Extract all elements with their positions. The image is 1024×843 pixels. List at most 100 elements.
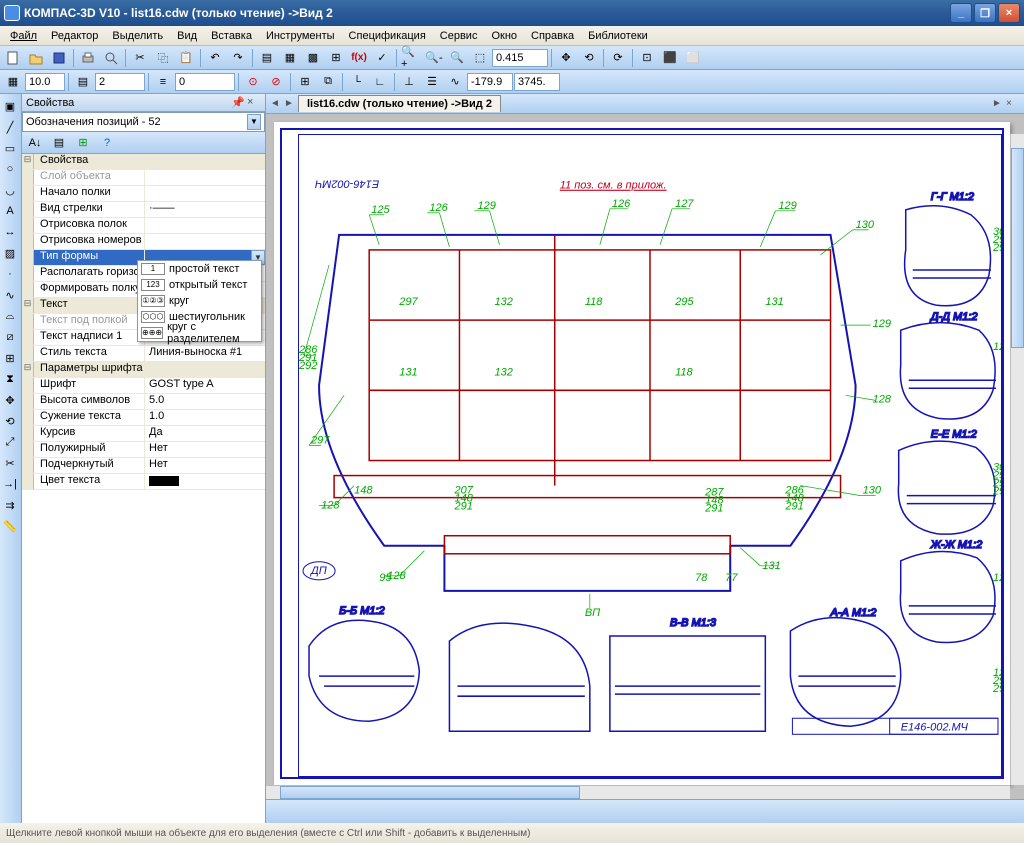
snap-button[interactable]: ⊙: [242, 72, 264, 92]
prop-row[interactable]: Отрисовка полок: [22, 218, 265, 234]
prop-help-button[interactable]: ?: [96, 133, 118, 153]
panel-close-button[interactable]: ×: [247, 96, 261, 110]
new-button[interactable]: [2, 48, 24, 68]
prop-row[interactable]: Стиль текстаЛиния-выноска #1: [22, 346, 265, 362]
close-button[interactable]: ×: [998, 3, 1020, 23]
tool-select[interactable]: ▣: [0, 96, 20, 116]
paste-button[interactable]: 📋: [175, 48, 197, 68]
zoom-field[interactable]: [492, 49, 548, 67]
tb2-f[interactable]: ☰: [421, 72, 443, 92]
tb2-g[interactable]: ∿: [444, 72, 466, 92]
tb2-a[interactable]: ⊞: [294, 72, 316, 92]
tab-prev[interactable]: ◄: [270, 98, 284, 109]
prop-cat-button[interactable]: ▤: [48, 133, 70, 153]
prop-row[interactable]: Слой объекта: [22, 170, 265, 186]
section-font[interactable]: Параметры шрифта: [34, 362, 144, 377]
layer-field[interactable]: [95, 73, 145, 91]
tool-scale[interactable]: ⤢: [0, 432, 20, 452]
menu-window[interactable]: Окно: [485, 28, 523, 44]
menu-insert[interactable]: Вставка: [205, 28, 258, 44]
tool-circle[interactable]: ○: [0, 159, 20, 179]
print-button[interactable]: [77, 48, 99, 68]
tb-btn-c[interactable]: ▩: [302, 48, 324, 68]
dropdown-item[interactable]: ⊕⊕⊕круг с разделителем: [138, 325, 261, 341]
prop-row[interactable]: ПолужирныйНет: [22, 442, 265, 458]
grid-step-field[interactable]: [25, 73, 65, 91]
tool-spline[interactable]: ∿: [0, 285, 20, 305]
tb2-c[interactable]: └: [346, 72, 368, 92]
menu-tools[interactable]: Инструменты: [260, 28, 341, 44]
rotate-button[interactable]: ⟲: [578, 48, 600, 68]
prop-row[interactable]: Начало полки: [22, 186, 265, 202]
tab-scroll-right[interactable]: ►: [992, 98, 1006, 109]
prop-sort-button[interactable]: A↓: [24, 133, 46, 153]
fn-button[interactable]: f(x): [348, 48, 370, 68]
prop-row[interactable]: ШрифтGOST type A: [22, 378, 265, 394]
linestyle-field[interactable]: [175, 73, 235, 91]
tb-btn-g[interactable]: ⬛: [659, 48, 681, 68]
dropdown-item[interactable]: 1простой текст: [138, 261, 261, 277]
vertical-scrollbar[interactable]: [1010, 134, 1024, 785]
redo-button[interactable]: ↷: [227, 48, 249, 68]
tb2-b[interactable]: ⧉: [317, 72, 339, 92]
coord-x-field[interactable]: [467, 73, 513, 91]
form-type-dropdown[interactable]: 1простой текст 123открытый текст ①②③круг…: [137, 260, 262, 342]
tool-extend[interactable]: →|: [0, 474, 20, 494]
prop-row[interactable]: ПодчеркнутыйНет: [22, 458, 265, 474]
tool-move[interactable]: ✥: [0, 390, 20, 410]
tab-next[interactable]: ►: [284, 98, 298, 109]
zoom-window-button[interactable]: ⬚: [469, 48, 491, 68]
menu-libs[interactable]: Библиотеки: [582, 28, 654, 44]
open-button[interactable]: [25, 48, 47, 68]
menu-select[interactable]: Выделить: [106, 28, 169, 44]
menu-help[interactable]: Справка: [525, 28, 580, 44]
preview-button[interactable]: [100, 48, 122, 68]
dropdown-item[interactable]: 123открытый текст: [138, 277, 261, 293]
tool-point[interactable]: ·: [0, 264, 20, 284]
menu-view[interactable]: Вид: [171, 28, 203, 44]
prop-row[interactable]: Цвет текста: [22, 474, 265, 490]
menu-service[interactable]: Сервис: [434, 28, 484, 44]
prop-tree-button[interactable]: ⊞: [72, 133, 94, 153]
minimize-button[interactable]: _: [950, 3, 972, 23]
prop-row[interactable]: Отрисовка номеров ...: [22, 234, 265, 250]
tb-btn-a[interactable]: ▤: [256, 48, 278, 68]
tool-trim[interactable]: ✂: [0, 453, 20, 473]
horizontal-scrollbar[interactable]: [266, 785, 1010, 799]
tb-btn-e[interactable]: ✓: [371, 48, 393, 68]
tool-arc[interactable]: ◡: [0, 180, 20, 200]
section-main[interactable]: Свойства: [34, 154, 144, 169]
zoom-in-button[interactable]: 🔍+: [400, 48, 422, 68]
tool-rect[interactable]: ▭: [0, 138, 20, 158]
snap2-button[interactable]: ⊘: [265, 72, 287, 92]
tool-mirror[interactable]: ⧗: [0, 369, 20, 389]
tab-close[interactable]: ×: [1006, 98, 1020, 109]
tool-text[interactable]: A: [0, 201, 20, 221]
cut-button[interactable]: ✂: [129, 48, 151, 68]
tool-dim[interactable]: ↔: [0, 222, 20, 242]
tool-offset[interactable]: ⇉: [0, 495, 20, 515]
save-button[interactable]: [48, 48, 70, 68]
copy-button[interactable]: ⿻: [152, 48, 174, 68]
grid-button[interactable]: ▦: [2, 72, 24, 92]
pan-button[interactable]: ✥: [555, 48, 577, 68]
prop-row[interactable]: Сужение текста1.0: [22, 410, 265, 426]
tool-rotate[interactable]: ⟲: [0, 411, 20, 431]
prop-row[interactable]: Вид стрелки·——: [22, 202, 265, 218]
zoom-out-button[interactable]: 🔍-: [423, 48, 445, 68]
tool-chamfer[interactable]: ⧄: [0, 327, 20, 347]
menu-file[interactable]: Файл: [4, 28, 43, 44]
tool-hatch[interactable]: ▨: [0, 243, 20, 263]
prop-row[interactable]: Высота символов5.0: [22, 394, 265, 410]
layers-button[interactable]: ▤: [72, 72, 94, 92]
pin-button[interactable]: 📌: [231, 96, 245, 110]
dropdown-item[interactable]: ①②③круг: [138, 293, 261, 309]
redraw-button[interactable]: ⟳: [607, 48, 629, 68]
prop-row[interactable]: КурсивДа: [22, 426, 265, 442]
tool-fillet[interactable]: ⌓: [0, 306, 20, 326]
section-text[interactable]: Текст: [34, 298, 144, 313]
zoom-fit-button[interactable]: 🔍: [446, 48, 468, 68]
tb2-d[interactable]: ∟: [369, 72, 391, 92]
linestyle-button[interactable]: ≡: [152, 72, 174, 92]
coord-y-field[interactable]: [514, 73, 560, 91]
